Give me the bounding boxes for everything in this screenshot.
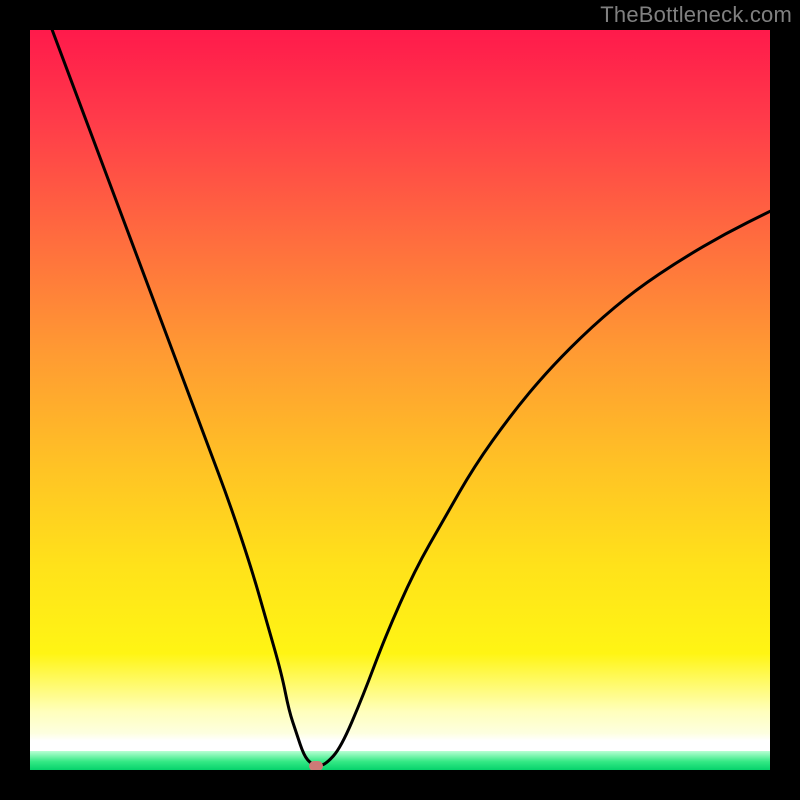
optimal-marker xyxy=(309,761,323,770)
chart-frame: TheBottleneck.com xyxy=(0,0,800,800)
plot-area xyxy=(30,30,770,770)
bottleneck-curve xyxy=(52,30,770,765)
curve-svg xyxy=(30,30,770,770)
watermark-text: TheBottleneck.com xyxy=(600,2,792,28)
